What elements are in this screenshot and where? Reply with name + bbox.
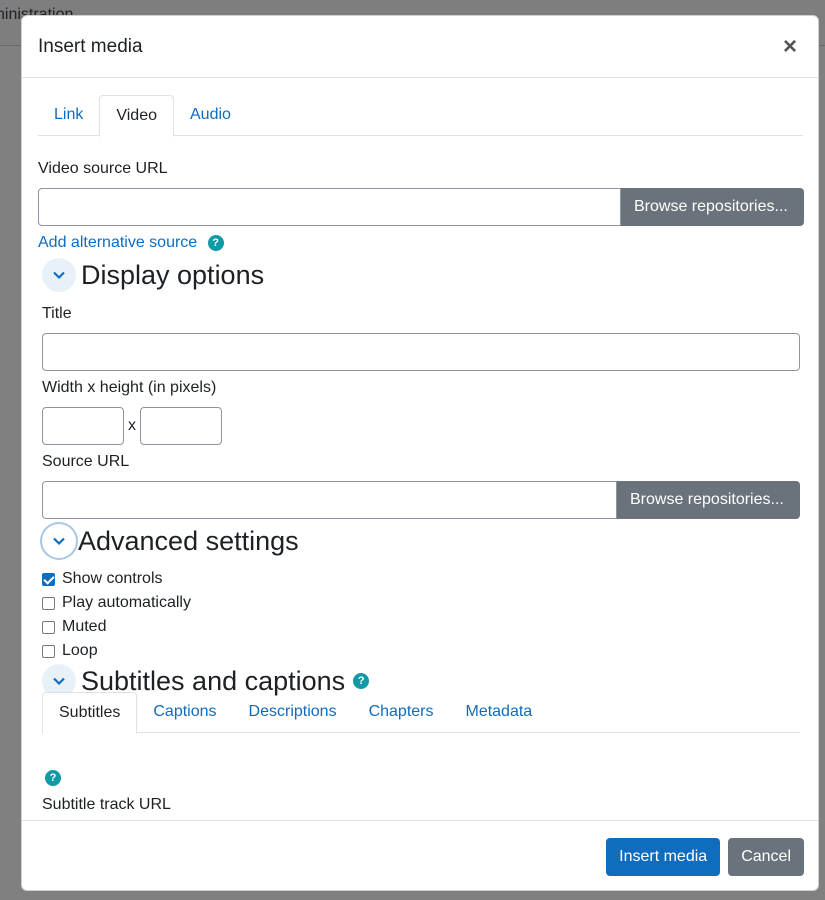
chevron-down-icon[interactable] — [42, 258, 76, 292]
title-label: Title — [42, 305, 72, 322]
play-automatically-option[interactable]: Play automatically — [42, 591, 191, 615]
advanced-settings-heading: Advanced settings — [78, 525, 299, 556]
close-icon[interactable]: × — [778, 34, 802, 59]
tab-link[interactable]: Link — [38, 95, 99, 136]
tab-chapters[interactable]: Chapters — [353, 692, 450, 733]
option-label: Loop — [62, 642, 98, 659]
help-icon[interactable]: ? — [45, 770, 61, 786]
insert-media-button[interactable]: Insert media — [606, 837, 721, 876]
source-url-input[interactable] — [42, 481, 617, 519]
checkbox[interactable] — [42, 596, 55, 610]
display-options-heading: Display options — [81, 259, 265, 290]
source-url-group: Browse repositories... — [42, 481, 800, 519]
dialog-title: Insert media — [38, 35, 143, 57]
subtitle-tabs: Subtitles Captions Descriptions Chapters… — [42, 692, 800, 734]
width-input[interactable] — [42, 407, 124, 445]
advanced-options-list: Show controls Play automatically Muted L… — [42, 567, 191, 663]
dialog-header: Insert media × — [22, 16, 818, 78]
option-label: Muted — [62, 618, 107, 635]
tab-captions[interactable]: Captions — [137, 692, 232, 733]
show-controls-option[interactable]: Show controls — [42, 567, 191, 591]
checkbox[interactable] — [42, 644, 55, 658]
add-alternative-row: Add alternative source ? — [38, 234, 224, 252]
browse-repositories-button[interactable]: Browse repositories... — [617, 481, 800, 519]
insert-media-dialog: Insert media × Link Video Audio Video so… — [21, 15, 819, 891]
subtitle-track-url-label: Subtitle track URL — [42, 796, 171, 813]
chevron-down-icon[interactable] — [42, 524, 76, 558]
option-label: Play automatically — [62, 594, 191, 611]
muted-option[interactable]: Muted — [42, 615, 191, 639]
loop-option[interactable]: Loop — [42, 639, 191, 663]
checkbox-checked[interactable] — [42, 572, 55, 586]
help-icon[interactable]: ? — [353, 673, 370, 689]
cancel-button[interactable]: Cancel — [728, 837, 804, 876]
media-type-tabs: Link Video Audio — [38, 95, 803, 137]
video-source-input[interactable] — [38, 188, 621, 226]
dialog-body: Link Video Audio Video source URL Browse… — [22, 78, 818, 820]
display-options-header[interactable]: Display options — [42, 258, 264, 292]
tab-video[interactable]: Video — [99, 95, 174, 137]
size-label: Width x height (in pixels) — [42, 379, 217, 396]
tab-audio[interactable]: Audio — [174, 95, 247, 136]
size-separator: x — [128, 417, 136, 434]
height-input[interactable] — [140, 407, 222, 445]
video-source-label: Video source URL — [38, 160, 168, 177]
source-url-label: Source URL — [42, 453, 130, 470]
advanced-settings-header[interactable]: Advanced settings — [42, 524, 299, 558]
add-alternative-source-link[interactable]: Add alternative source — [38, 234, 197, 251]
option-label: Show controls — [62, 570, 163, 587]
tab-metadata[interactable]: Metadata — [449, 692, 548, 733]
title-input[interactable] — [42, 333, 800, 371]
checkbox[interactable] — [42, 620, 55, 634]
tab-descriptions[interactable]: Descriptions — [233, 692, 353, 733]
help-icon[interactable]: ? — [207, 234, 224, 251]
browse-repositories-button[interactable]: Browse repositories... — [621, 188, 804, 226]
tab-subtitles[interactable]: Subtitles — [42, 692, 138, 734]
video-source-group: Browse repositories... — [38, 188, 804, 226]
dialog-footer: Insert media Cancel — [22, 820, 818, 890]
